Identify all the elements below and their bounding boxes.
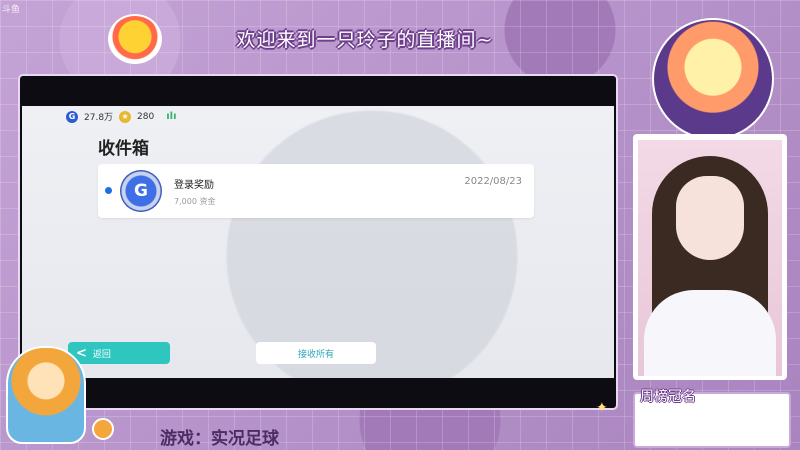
mail-reward-amount: 7,000 资金 <box>174 197 216 206</box>
signal-icon: ılı <box>166 111 177 122</box>
back-button[interactable]: < 返回 <box>68 342 170 364</box>
currency-bar: G 27.8万 ★ 280 ılı <box>66 110 177 123</box>
star-coin-icon: ★ <box>119 110 132 123</box>
g-coin-mail-icon: G <box>120 170 162 212</box>
webcam-body <box>644 290 776 376</box>
douyu-logo: 斗鱼 <box>2 5 21 15</box>
weekly-sponsor-label: 周榜冠名 <box>640 389 696 405</box>
streamer-avatar <box>652 18 774 140</box>
inbox-title: 收件箱 <box>98 139 149 159</box>
webcam-face <box>676 176 744 260</box>
game-name-label: 游戏：实况足球 <box>160 429 279 449</box>
sparkle-icon: ✦ <box>596 400 608 416</box>
background-emblem <box>202 106 542 378</box>
chick-mascot-icon <box>108 14 162 64</box>
mail-item[interactable]: G 登录奖励 7,000 资金 2022/08/23 <box>98 164 534 218</box>
unread-dot-icon <box>105 187 112 194</box>
receive-all-button[interactable]: 接收所有 <box>256 342 376 364</box>
game-screen: G 27.8万 ★ 280 ılı 收件箱 G 登录奖励 7,000 资金 20… <box>22 106 614 378</box>
badge-icon <box>92 418 114 440</box>
banner-title: 欢迎来到一只玲子的直播间~ <box>236 28 494 51</box>
back-label: 返回 <box>92 349 111 360</box>
welcome-banner: 欢迎来到一只玲子的直播间~ <box>165 18 565 58</box>
mail-date: 2022/08/23 <box>464 176 522 187</box>
webcam-feed <box>638 140 782 376</box>
star-coin-value: 280 <box>137 111 155 122</box>
mail-subject: 登录奖励 <box>174 180 214 191</box>
mascot-on-shark-icon <box>6 346 86 444</box>
g-coin-icon: G <box>66 110 78 123</box>
chevron-left-icon: < <box>76 345 87 361</box>
g-coin-value: 27.8万 <box>84 113 114 123</box>
